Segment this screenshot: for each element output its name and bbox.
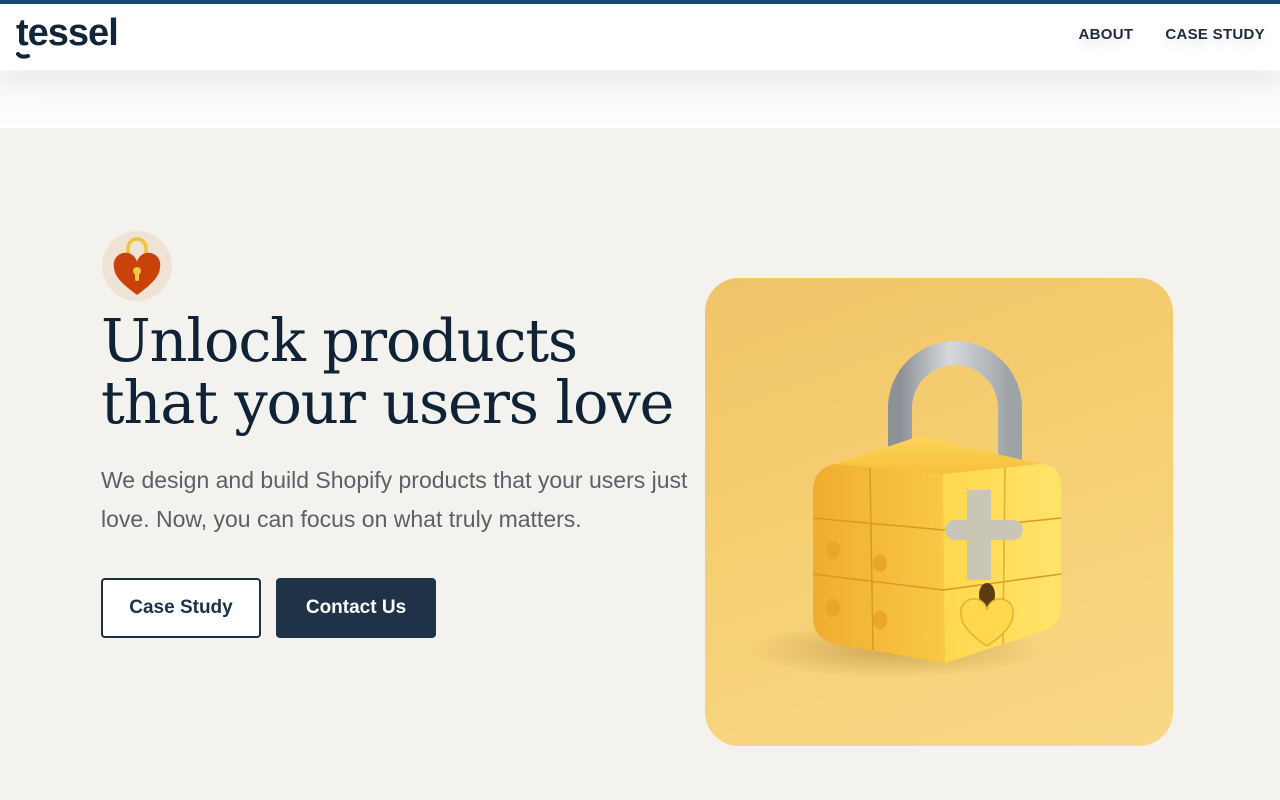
heart-padlock-icon xyxy=(102,231,172,301)
brand-logo[interactable]: tessel xyxy=(16,12,126,60)
hero-title: Unlock products that your users love xyxy=(101,306,674,437)
case-study-button[interactable]: Case Study xyxy=(101,578,261,638)
nav-case-study[interactable]: CASE STUDY xyxy=(1165,26,1265,43)
padlock-illustration xyxy=(705,278,1173,746)
contact-us-button[interactable]: Contact Us xyxy=(276,578,436,638)
hero-subtitle: We design and build Shopify products tha… xyxy=(101,467,688,532)
main-nav: ABOUT CASE STUDY xyxy=(1078,26,1265,43)
nav-about[interactable]: ABOUT xyxy=(1078,26,1133,43)
navbar: tessel ABOUT CASE STUDY xyxy=(0,4,1280,70)
logo-text: tessel xyxy=(16,12,118,54)
